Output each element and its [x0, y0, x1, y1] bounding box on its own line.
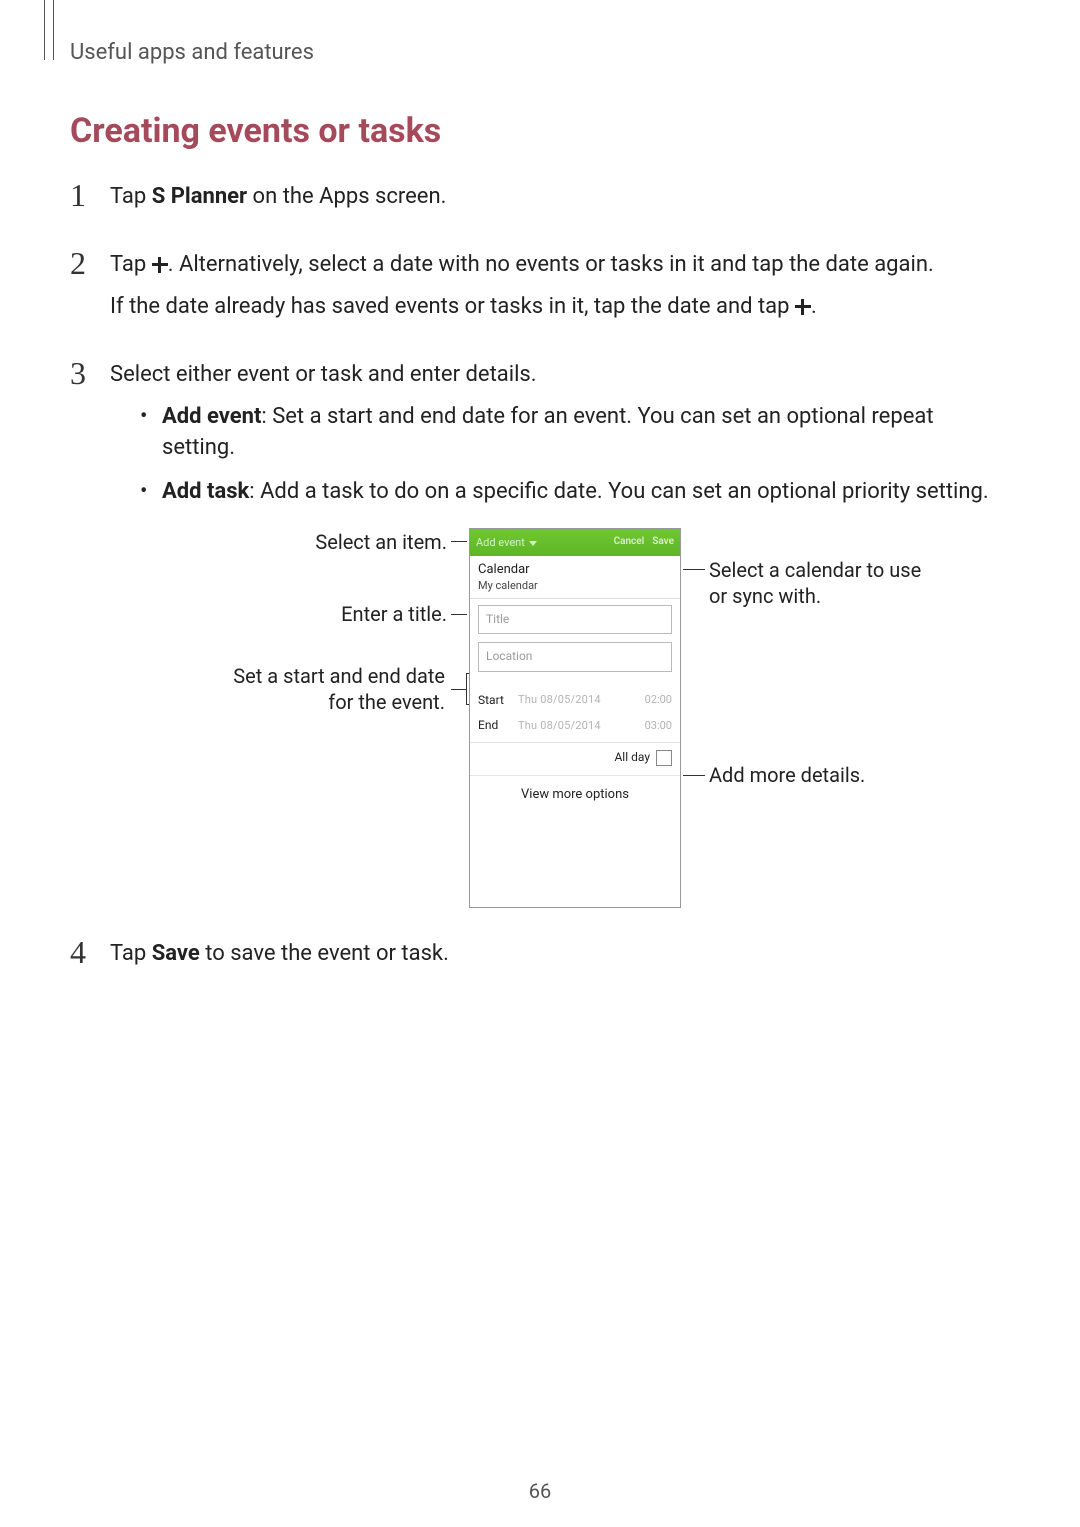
plus-icon	[795, 299, 811, 315]
all-day-row[interactable]: All day	[470, 743, 680, 775]
phone-mock: Add event Cancel Save Calendar My calend…	[469, 528, 681, 907]
calendar-label: Calendar	[478, 562, 672, 578]
tab-add-event[interactable]: Add event	[476, 535, 525, 551]
step-2: 2 Tap . Alternatively, select a date wit…	[70, 249, 1010, 333]
app-name: S Planner	[152, 184, 247, 209]
end-label: End	[478, 717, 512, 734]
leader-line	[451, 614, 467, 615]
start-time-value: 02:00	[645, 692, 672, 708]
page-tab-mark	[44, 0, 54, 60]
text: : Add a task to do on a specific date. Y…	[249, 479, 988, 504]
callout-start-end: Set a start and end date for the event.	[211, 663, 449, 715]
title-input[interactable]: Title	[478, 605, 672, 634]
save-label: Save	[152, 941, 200, 966]
view-more-options[interactable]: View more options	[470, 776, 680, 811]
start-label: Start	[478, 692, 512, 709]
phone-action-bar: Add event Cancel Save	[470, 529, 680, 556]
step-number: 3	[70, 357, 92, 389]
text: Tap	[110, 941, 152, 966]
step-4: 4 Tap Save to save the event or task.	[70, 938, 1010, 980]
cancel-button[interactable]: Cancel	[614, 535, 645, 550]
label: Add event	[162, 404, 261, 429]
figure-event-editor: Select an item. Enter a title. Set a sta…	[140, 528, 1010, 907]
step-1: 1 Tap S Planner on the Apps screen.	[70, 181, 1010, 223]
bullet-add-event: Add event: Set a start and end date for …	[140, 401, 1010, 465]
save-button[interactable]: Save	[652, 535, 674, 550]
text: to save the event or task.	[200, 941, 449, 966]
leader-line	[451, 541, 467, 542]
bullet-add-task: Add task: Add a task to do on a specific…	[140, 476, 1010, 508]
text: on the Apps screen.	[247, 184, 446, 209]
text: : Set a start and end date for an event.…	[162, 404, 934, 461]
step-2-line2: If the date already has saved events or …	[110, 291, 1010, 323]
breadcrumb: Useful apps and features	[70, 40, 1010, 65]
text: . Alternatively, select a date with no e…	[168, 252, 934, 277]
leader-line	[683, 569, 705, 570]
step-1-text: Tap S Planner on the Apps screen.	[110, 181, 1010, 213]
text: If the date already has saved events or …	[110, 294, 795, 319]
location-input[interactable]: Location	[478, 642, 672, 671]
calendar-selector[interactable]: Calendar My calendar	[470, 556, 680, 599]
calendar-value: My calendar	[478, 578, 672, 594]
start-date-row[interactable]: Start Thu 08/05/2014 02:00	[478, 688, 672, 713]
step-number: 2	[70, 247, 92, 279]
section-title: Creating events or tasks	[70, 111, 1010, 151]
phone-blank-area	[470, 811, 680, 907]
text: Tap	[110, 252, 152, 277]
callout-enter-title: Enter a title.	[337, 601, 451, 627]
step-number: 4	[70, 936, 92, 968]
step-number: 1	[70, 179, 92, 211]
step-3-intro: Select either event or task and enter de…	[110, 359, 1010, 391]
leader-line	[683, 775, 705, 776]
callout-add-more: Add more details.	[705, 762, 869, 788]
callout-select-calendar: Select a calendar to use or sync with.	[705, 557, 943, 609]
callout-select-item: Select an item.	[311, 529, 451, 555]
step-4-text: Tap Save to save the event or task.	[110, 938, 1010, 970]
label: Add task	[162, 479, 249, 504]
all-day-label: All day	[614, 749, 650, 766]
step-2-line1: Tap . Alternatively, select a date with …	[110, 249, 1010, 281]
page-number: 66	[0, 1479, 1080, 1503]
leader-connector	[451, 673, 467, 705]
end-date-row[interactable]: End Thu 08/05/2014 03:00	[478, 713, 672, 738]
step-3: 3 Select either event or task and enter …	[70, 359, 1010, 908]
plus-icon	[152, 257, 168, 273]
end-date-value: Thu 08/05/2014	[518, 718, 639, 734]
text: Tap	[110, 184, 152, 209]
end-time-value: 03:00	[645, 718, 672, 734]
all-day-checkbox[interactable]	[656, 750, 672, 766]
dropdown-arrow-icon	[529, 541, 537, 546]
start-date-value: Thu 08/05/2014	[518, 692, 639, 708]
text: .	[811, 294, 817, 319]
